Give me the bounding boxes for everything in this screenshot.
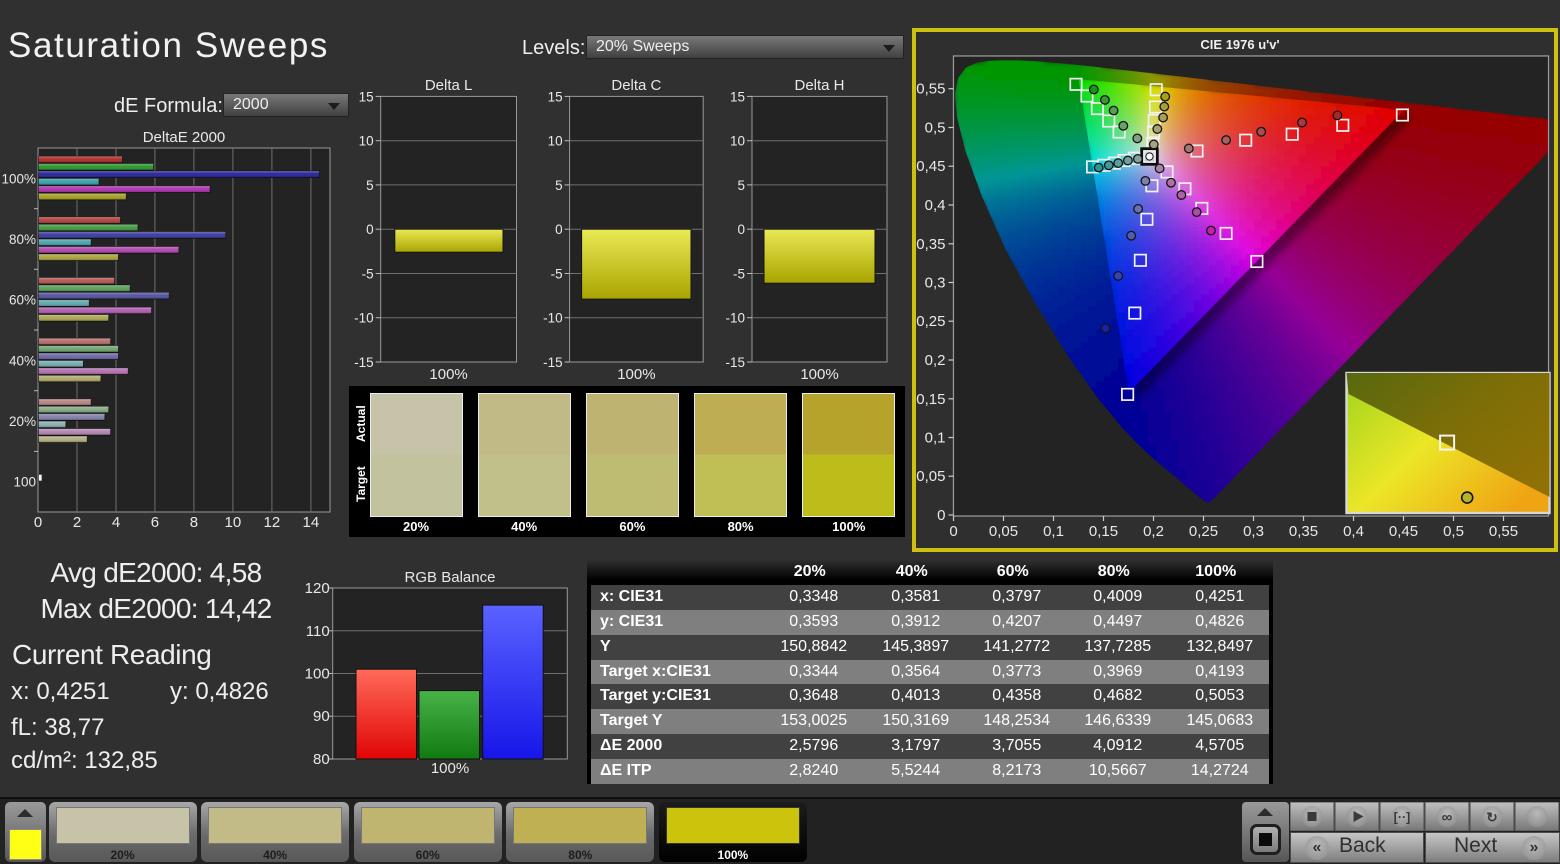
svg-text:-5: -5: [733, 267, 745, 282]
svg-text:10: 10: [730, 134, 745, 149]
svg-text:-10: -10: [354, 311, 374, 326]
svg-text:6: 6: [151, 514, 159, 531]
svg-text:10: 10: [225, 514, 242, 531]
svg-text:10: 10: [548, 134, 563, 149]
svg-text:80%: 80%: [9, 232, 36, 247]
svg-text:-5: -5: [551, 267, 563, 282]
svg-text:-15: -15: [543, 355, 563, 370]
svg-text:2: 2: [73, 514, 81, 531]
svg-text:100%: 100%: [617, 366, 655, 383]
svg-text:100%: 100%: [1, 171, 36, 186]
svg-text:DeltaE 2000: DeltaE 2000: [143, 130, 226, 146]
svg-text:20%: 20%: [9, 414, 36, 429]
svg-text:0: 0: [366, 222, 374, 237]
svg-text:-15: -15: [354, 355, 374, 370]
svg-text:Delta L: Delta L: [425, 77, 473, 94]
svg-text:-10: -10: [725, 311, 745, 326]
svg-text:40%: 40%: [9, 353, 36, 368]
svg-text:5: 5: [555, 178, 563, 193]
svg-text:-5: -5: [362, 267, 374, 282]
svg-text:0: 0: [555, 222, 563, 237]
svg-text:8: 8: [190, 514, 198, 531]
svg-text:15: 15: [548, 89, 563, 104]
svg-text:14: 14: [303, 514, 320, 531]
svg-text:15: 15: [359, 89, 374, 104]
svg-text:Delta H: Delta H: [794, 77, 844, 94]
svg-text:5: 5: [737, 178, 745, 193]
svg-text:4: 4: [112, 514, 120, 531]
svg-text:CIE 1976 u'v': CIE 1976 u'v': [1200, 37, 1279, 52]
svg-text:60%: 60%: [9, 293, 36, 308]
svg-text:12: 12: [264, 514, 281, 531]
svg-text:0: 0: [34, 514, 42, 531]
svg-text:Delta C: Delta C: [611, 77, 661, 94]
svg-text:-10: -10: [543, 311, 563, 326]
svg-text:100%: 100%: [800, 366, 838, 383]
svg-text:-15: -15: [725, 355, 745, 370]
svg-text:5: 5: [366, 178, 374, 193]
svg-text:10: 10: [359, 134, 374, 149]
svg-text:15: 15: [730, 89, 745, 104]
svg-text:100: 100: [13, 475, 36, 490]
svg-text:0: 0: [737, 222, 745, 237]
svg-text:100%: 100%: [429, 366, 467, 383]
